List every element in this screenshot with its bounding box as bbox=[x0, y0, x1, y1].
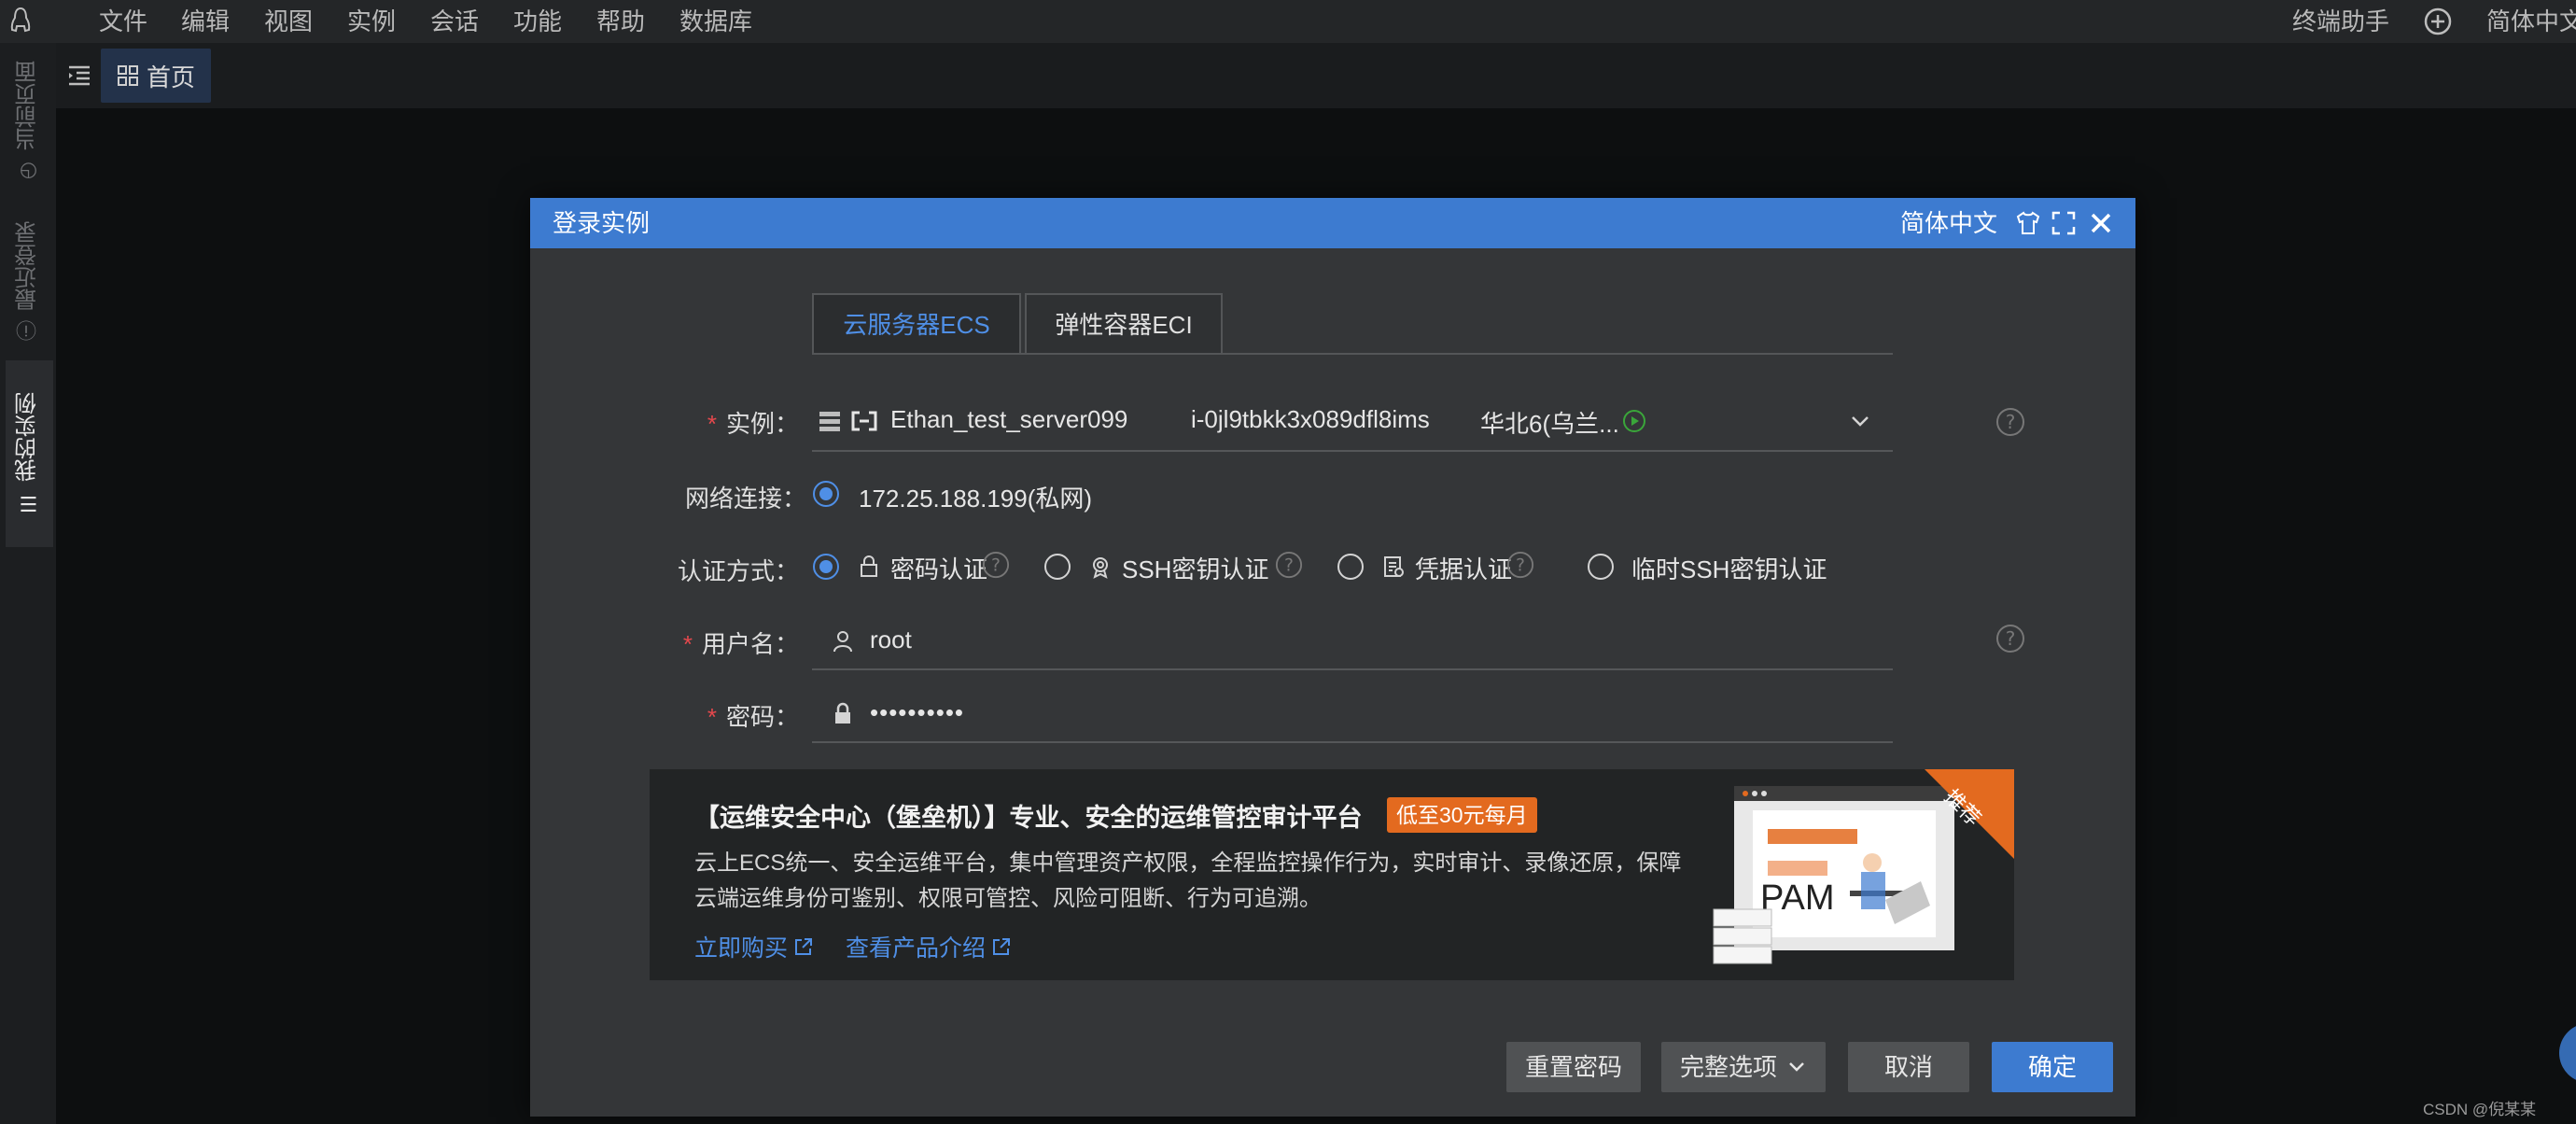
tab-divider bbox=[812, 353, 1893, 355]
left-sidebar: ◷ 当前页面 ⓘ 最近登录 ☰ 我的实例 bbox=[0, 43, 56, 1124]
close-icon[interactable] bbox=[2087, 209, 2115, 237]
terminal-assistant-menu[interactable]: 终端助手 bbox=[2292, 0, 2389, 43]
clock-icon: ◷ bbox=[16, 160, 39, 184]
help-icon[interactable]: ? bbox=[1995, 407, 2025, 437]
sidebar-tab-recent-login[interactable]: ⓘ 最近登录 bbox=[6, 211, 50, 351]
watermark: CSDN @倪某某 bbox=[2423, 1101, 2537, 1118]
sidebar-tab-label: 我的实例 bbox=[15, 392, 41, 483]
cloud-brand-icon bbox=[851, 411, 877, 431]
key-badge-icon bbox=[1093, 557, 1108, 579]
external-link-icon bbox=[795, 938, 813, 955]
help-icon[interactable]: ? bbox=[982, 551, 1010, 579]
svg-text:?: ? bbox=[1516, 556, 1525, 576]
server-icon bbox=[819, 412, 840, 431]
help-icon[interactable]: ? bbox=[1506, 551, 1534, 579]
password-field[interactable]: •••••••••• bbox=[812, 687, 1893, 741]
auth-method-group: 密码认证 ? SSH密钥认证 ? 凭据认证 ? 临时SSH密钥认证 bbox=[812, 551, 1827, 583]
app-logo-icon bbox=[10, 7, 31, 33]
tab-eci[interactable]: 弹性容器ECI bbox=[1025, 293, 1223, 355]
instance-region: 华北6(乌兰... bbox=[1480, 410, 1619, 438]
username-field[interactable]: root bbox=[812, 614, 1893, 668]
instance-id: i-0jl9tbkk3x089dfl8ims bbox=[1191, 405, 1430, 433]
running-status-icon bbox=[1623, 410, 1645, 432]
password-underline bbox=[812, 741, 1893, 743]
banner-description-line2: 云端运维身份可鉴别、权限可管控、风险可阻断、行为可追溯。 bbox=[694, 886, 1322, 911]
auth-temp-ssh-key-radio[interactable] bbox=[1587, 553, 1615, 581]
menu-bar: 文件 编辑 视图 实例 会话 功能 帮助 数据库 终端助手 简体中文 bbox=[0, 0, 2576, 43]
auth-temp-ssh-key-label: 临时SSH密钥认证 bbox=[1631, 555, 1827, 583]
list-icon: ☰ bbox=[16, 491, 39, 515]
external-link-icon bbox=[993, 938, 1011, 955]
username-underline bbox=[812, 668, 1893, 670]
menu-function[interactable]: 功能 bbox=[513, 0, 562, 43]
menu-session[interactable]: 会话 bbox=[430, 0, 479, 43]
help-icon[interactable]: ? bbox=[1275, 551, 1303, 579]
confirm-button[interactable]: 确定 bbox=[1992, 1042, 2113, 1092]
theme-shirt-icon[interactable] bbox=[2014, 209, 2042, 237]
menu-instance[interactable]: 实例 bbox=[347, 0, 396, 43]
info-icon: ⓘ bbox=[16, 320, 39, 341]
dialog-header: 登录实例 简体中文 bbox=[530, 198, 2135, 248]
auth-credential-label: 凭据认证 bbox=[1415, 555, 1513, 583]
lock-icon bbox=[835, 702, 850, 724]
auth-credential-radio[interactable] bbox=[1337, 553, 1365, 581]
instance-label: * 实例： bbox=[707, 410, 799, 438]
menu-database[interactable]: 数据库 bbox=[679, 0, 752, 43]
buy-now-link[interactable]: 立即购买 bbox=[694, 930, 814, 963]
chevron-down-icon[interactable] bbox=[1848, 409, 1872, 433]
menu-help[interactable]: 帮助 bbox=[596, 0, 645, 43]
auth-password-label: 密码认证 bbox=[890, 555, 988, 583]
username-value: root bbox=[870, 625, 912, 653]
tab-home[interactable]: 首页 bbox=[101, 49, 211, 103]
username-label: * 用户名： bbox=[682, 630, 799, 658]
banner-description-line1: 云上ECS统一、安全运维平台，集中管理资产权限，全程监控操作行为，实时审计、录像… bbox=[694, 850, 1682, 876]
tab-home-label: 首页 bbox=[146, 63, 195, 91]
auth-ssh-key-label: SSH密钥认证 bbox=[1122, 555, 1269, 583]
menu-edit[interactable]: 编辑 bbox=[181, 0, 230, 43]
svg-text:?: ? bbox=[1284, 556, 1294, 576]
auth-password-radio[interactable] bbox=[812, 553, 840, 581]
reset-password-button[interactable]: 重置密码 bbox=[1506, 1042, 1641, 1092]
instance-underline bbox=[812, 450, 1893, 452]
auth-label: 认证方式： bbox=[677, 557, 799, 585]
price-badge: 低至30元每月 bbox=[1387, 797, 1537, 833]
chevron-down-icon bbox=[1789, 1062, 1804, 1072]
menu-file[interactable]: 文件 bbox=[99, 0, 147, 43]
sidebar-tab-my-instances[interactable]: ☰ 我的实例 bbox=[6, 360, 53, 547]
menu-view[interactable]: 视图 bbox=[264, 0, 313, 43]
password-label: * 密码： bbox=[707, 703, 799, 731]
instance-name: Ethan_test_server099 bbox=[890, 405, 1128, 433]
sidebar-tab-label: 最近登录 bbox=[15, 221, 41, 311]
tab-bar: 首页 bbox=[56, 43, 2576, 108]
dialog-language-select[interactable]: 简体中文 bbox=[1900, 198, 1997, 248]
auth-ssh-key-radio[interactable] bbox=[1043, 553, 1071, 581]
cancel-button[interactable]: 取消 bbox=[1848, 1042, 1969, 1092]
password-value: •••••••••• bbox=[870, 698, 965, 726]
help-icon[interactable]: ? bbox=[1995, 624, 2025, 653]
lock-icon bbox=[861, 555, 877, 577]
grid-icon bbox=[117, 65, 138, 86]
svg-text:?: ? bbox=[2006, 411, 2016, 433]
full-options-button[interactable]: 完整选项 bbox=[1661, 1042, 1826, 1092]
svg-text:?: ? bbox=[991, 556, 1001, 576]
sidebar-tab-current-page[interactable]: ◷ 当前页面 bbox=[6, 52, 50, 192]
dialog-title: 登录实例 bbox=[553, 209, 651, 237]
banner-title: 【运维安全中心（堡垒机）】专业、安全的运维管控审计平台 bbox=[694, 804, 1363, 832]
credential-document-icon bbox=[1384, 556, 1404, 577]
collapse-menu-icon[interactable] bbox=[65, 62, 93, 90]
network-label: 网络连接： bbox=[685, 485, 807, 513]
bastion-host-ad-banner: 【运维安全中心（堡垒机）】专业、安全的运维管控审计平台 低至30元每月 云上EC… bbox=[650, 769, 2014, 980]
fullscreen-icon[interactable] bbox=[2050, 209, 2078, 237]
sidebar-tab-label: 当前页面 bbox=[15, 61, 41, 151]
product-intro-link[interactable]: 查看产品介绍 bbox=[846, 930, 1012, 963]
instance-select[interactable]: Ethan_test_server099 i-0jl9tbkk3x089dfl8… bbox=[812, 390, 1893, 450]
svg-text:?: ? bbox=[2006, 627, 2016, 650]
network-value: 172.25.188.199(私网) bbox=[859, 485, 1093, 513]
user-icon bbox=[833, 631, 852, 653]
language-menu[interactable]: 简体中文 bbox=[2486, 0, 2576, 43]
tab-ecs[interactable]: 云服务器ECS bbox=[812, 293, 1021, 355]
login-instance-dialog: 登录实例 简体中文 云服务器ECS 弹性容器ECI * 实例： Ethan_tes… bbox=[530, 198, 2135, 1117]
network-radio[interactable] bbox=[812, 480, 840, 508]
add-circle-icon[interactable] bbox=[2423, 7, 2453, 36]
